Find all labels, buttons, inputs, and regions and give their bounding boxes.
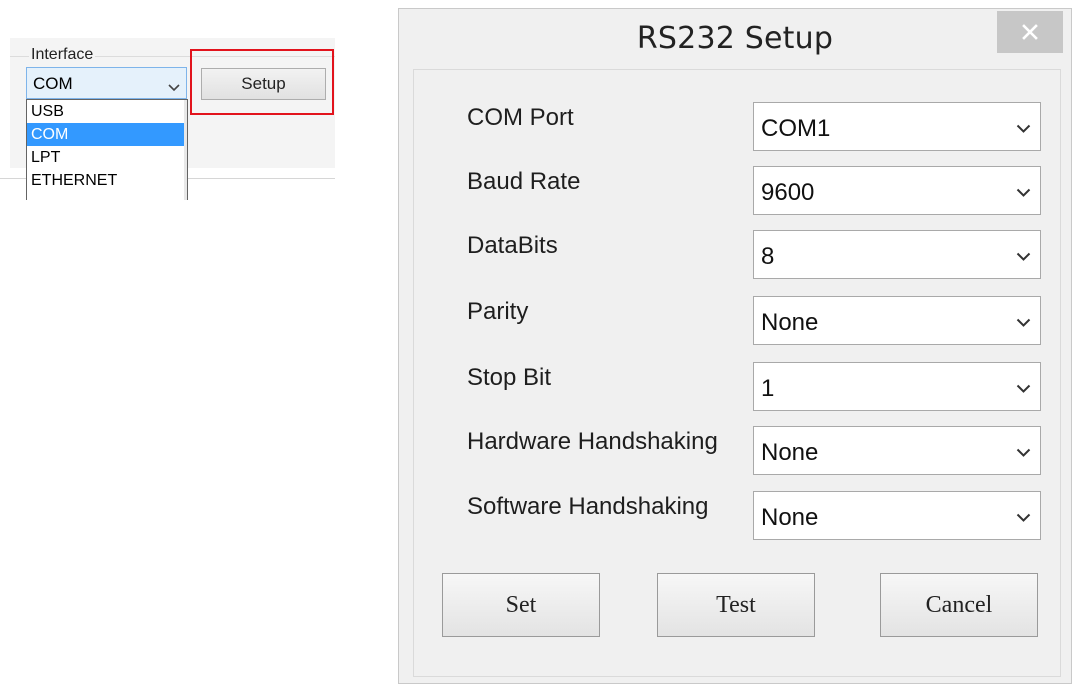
software-handshaking-row: Software Handshaking None [414, 491, 1060, 541]
dialog-titlebar: RS232 Setup [399, 9, 1071, 69]
interface-select[interactable]: COM [26, 67, 187, 99]
chevron-down-icon [1016, 249, 1031, 267]
hardware-handshaking-select[interactable]: None [753, 426, 1041, 475]
com-port-label: COM Port [467, 104, 574, 131]
databits-select[interactable]: 8 [753, 230, 1041, 279]
close-button[interactable] [997, 11, 1063, 53]
rs232-setup-dialog: RS232 Setup COM Port COM1 Baud Rate 9600… [398, 8, 1072, 684]
chevron-down-icon [1016, 315, 1031, 333]
software-handshaking-select[interactable]: None [753, 491, 1041, 540]
hardware-handshaking-value: None [761, 439, 819, 466]
stop-bit-row: Stop Bit 1 [414, 362, 1060, 412]
baud-rate-label: Baud Rate [467, 168, 581, 195]
option-usb[interactable]: USB [27, 100, 187, 123]
interface-panel: Interface COM Setup USB COM LPT ETHERNET [0, 0, 340, 200]
software-handshaking-label: Software Handshaking [467, 493, 709, 520]
stop-bit-label: Stop Bit [467, 364, 552, 391]
databits-label: DataBits [467, 232, 558, 259]
setup-highlight-box [190, 49, 334, 115]
dropdown-scrollbar[interactable] [184, 100, 187, 200]
interface-dropdown-list: USB COM LPT ETHERNET [26, 99, 188, 200]
parity-value: None [761, 309, 819, 336]
chevron-down-icon [1016, 510, 1031, 528]
option-lpt[interactable]: LPT [27, 146, 187, 169]
databits-row: DataBits 8 [414, 230, 1060, 280]
close-icon [1022, 24, 1038, 40]
com-port-value: COM1 [761, 115, 831, 142]
parity-label: Parity [467, 298, 529, 325]
stop-bit-select[interactable]: 1 [753, 362, 1041, 411]
option-ethernet[interactable]: ETHERNET [27, 169, 187, 192]
com-port-row: COM Port COM1 [414, 102, 1060, 152]
stop-bit-value: 1 [761, 375, 775, 402]
chevron-down-icon [1016, 381, 1031, 399]
set-button[interactable]: Set [442, 573, 600, 637]
baud-rate-value: 9600 [761, 179, 815, 206]
interface-label: Interface [29, 46, 96, 64]
chevron-down-icon [1016, 445, 1031, 463]
test-button[interactable]: Test [657, 573, 815, 637]
parity-select[interactable]: None [753, 296, 1041, 345]
baud-rate-select[interactable]: 9600 [753, 166, 1041, 215]
chevron-down-icon [1016, 185, 1031, 203]
baud-rate-row: Baud Rate 9600 [414, 166, 1060, 216]
dialog-title: RS232 Setup [636, 21, 834, 56]
option-com[interactable]: COM [27, 123, 187, 146]
cancel-button[interactable]: Cancel [880, 573, 1038, 637]
software-handshaking-value: None [761, 504, 819, 531]
chevron-down-icon [1016, 121, 1031, 139]
parity-row: Parity None [414, 296, 1060, 346]
databits-value: 8 [761, 243, 775, 270]
hardware-handshaking-row: Hardware Handshaking None [414, 426, 1060, 476]
interface-select-value: COM [33, 74, 73, 93]
hardware-handshaking-label: Hardware Handshaking [467, 428, 718, 455]
com-port-select[interactable]: COM1 [753, 102, 1041, 151]
dialog-content: COM Port COM1 Baud Rate 9600 DataBits 8 … [413, 69, 1061, 677]
chevron-down-icon [168, 79, 180, 97]
